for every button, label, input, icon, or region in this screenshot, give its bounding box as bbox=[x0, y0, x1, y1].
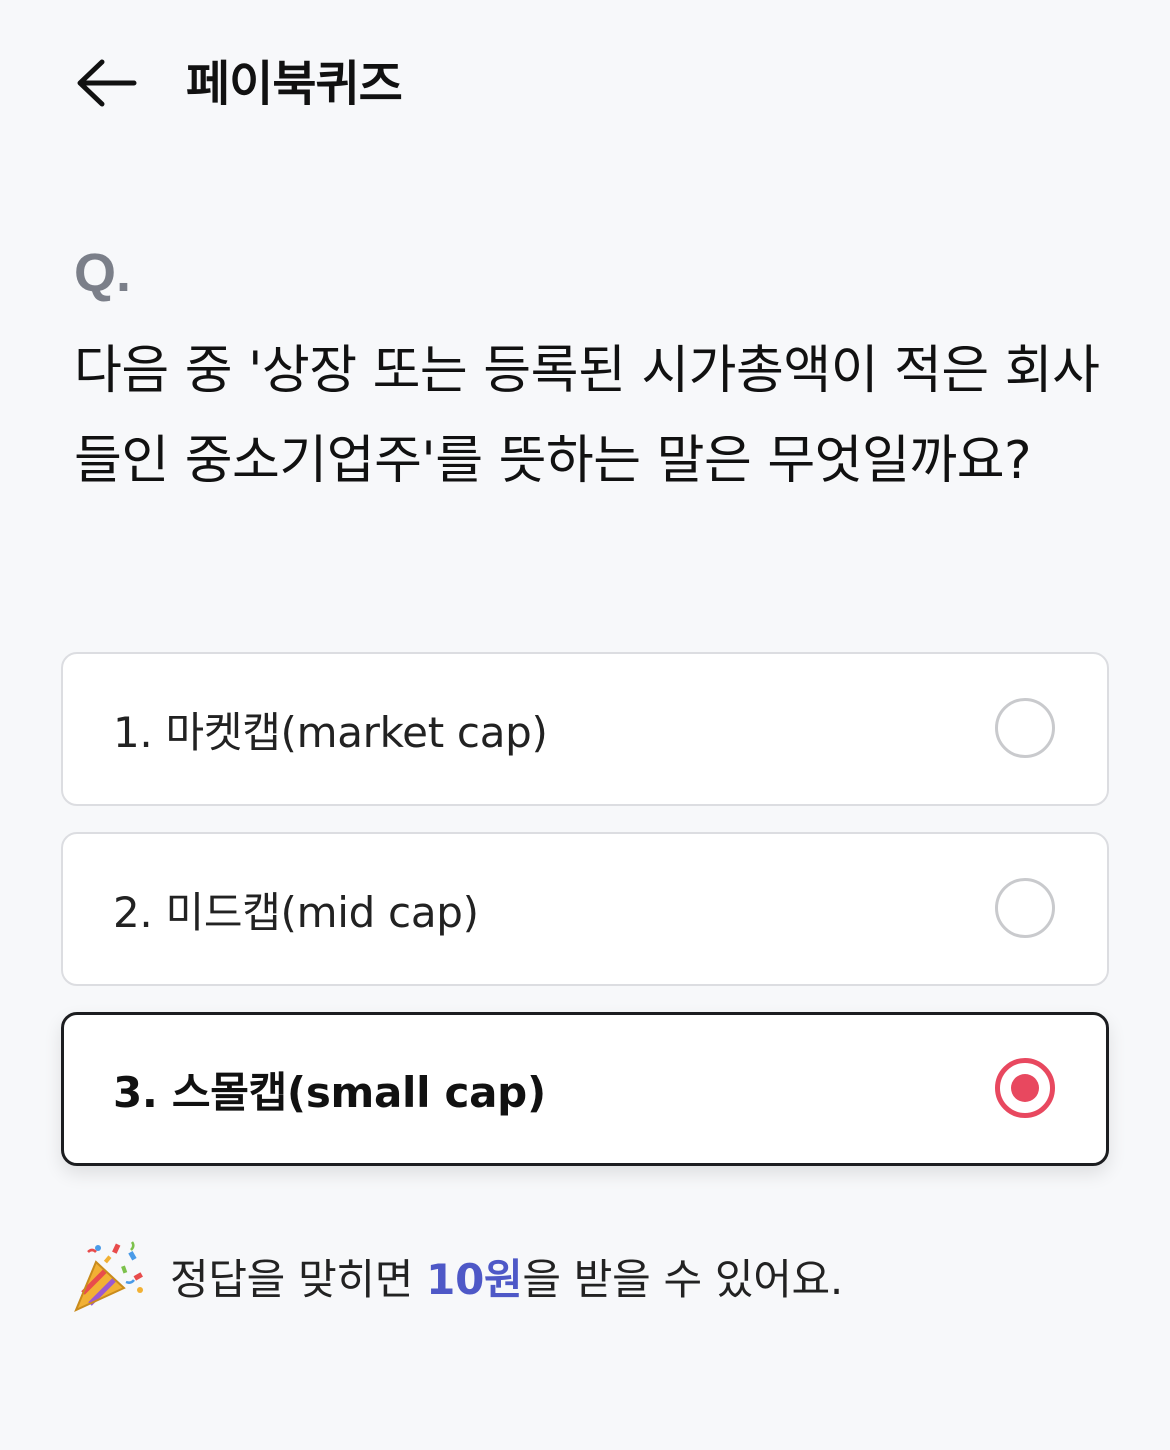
answer-option-label: 1. 마켓캡(market cap) bbox=[113, 707, 548, 757]
answer-option-2[interactable]: 2. 미드캡(mid cap) bbox=[61, 832, 1109, 986]
reward-notice: 정답을 맞히면 10원을 받을 수 있어요. bbox=[70, 1238, 843, 1314]
answer-option-1[interactable]: 1. 마켓캡(market cap) bbox=[61, 652, 1109, 806]
radio-button-selected[interactable] bbox=[995, 1058, 1055, 1118]
party-popper-icon bbox=[74, 1241, 143, 1312]
answer-option-label: 2. 미드캡(mid cap) bbox=[113, 887, 479, 937]
radio-selected-dot bbox=[1011, 1074, 1039, 1102]
reward-text: 정답을 맞히면 10원을 받을 수 있어요. bbox=[170, 1246, 843, 1307]
back-button[interactable] bbox=[70, 50, 142, 116]
page-title: 페이북퀴즈 bbox=[186, 56, 403, 112]
question-label: Q. bbox=[74, 243, 132, 303]
reward-amount: 10원 bbox=[426, 1254, 523, 1304]
app-header: 페이북퀴즈 bbox=[0, 0, 1170, 170]
question-text: 다음 중 '상장 또는 등록된 시가총액이 적은 회사들인 중소기업주'를 뜻하… bbox=[74, 341, 1100, 491]
arrow-left-icon bbox=[77, 59, 137, 107]
radio-button[interactable] bbox=[995, 878, 1055, 938]
reward-text-suffix: 을 받을 수 있어요. bbox=[522, 1254, 843, 1304]
answer-option-label: 3. 스몰캡(small cap) bbox=[113, 1067, 546, 1117]
reward-text-prefix: 정답을 맞히면 bbox=[170, 1254, 427, 1304]
answer-option-3[interactable]: 3. 스몰캡(small cap) bbox=[61, 1012, 1109, 1166]
radio-button[interactable] bbox=[995, 698, 1055, 758]
